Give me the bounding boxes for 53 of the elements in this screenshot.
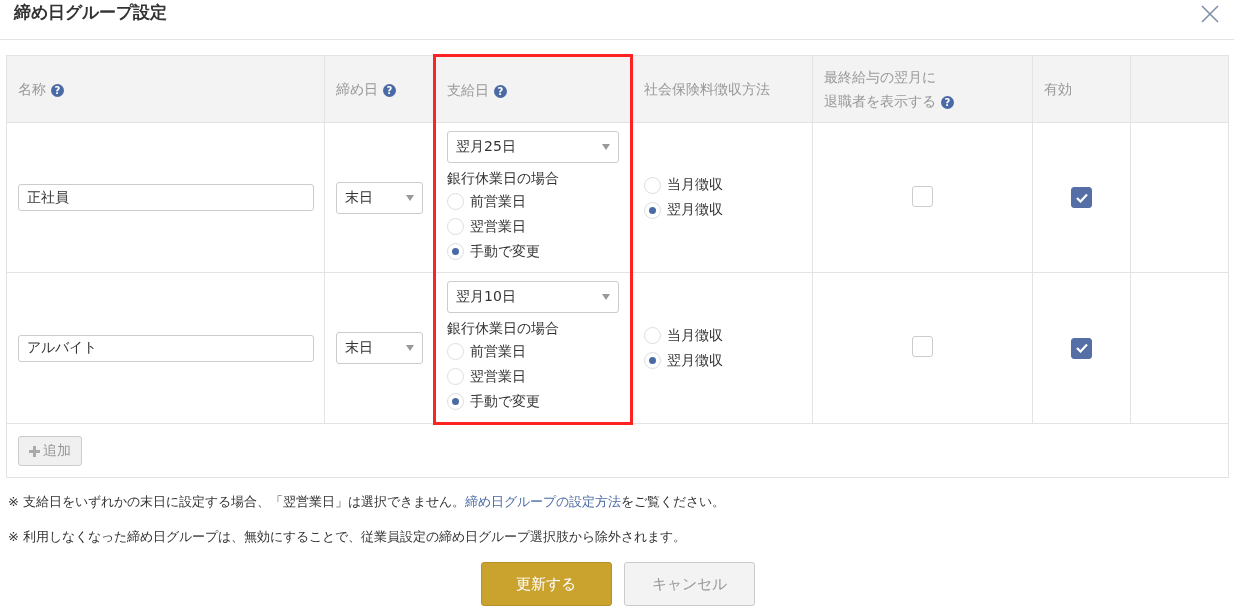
checkbox[interactable] <box>1071 337 1092 359</box>
pay-day-select[interactable]: 翌月10日 <box>447 281 619 313</box>
help-link[interactable]: 締め日グループの設定方法 <box>465 494 622 509</box>
radio-button[interactable] <box>447 368 464 385</box>
radio-label: 翌月徴収 <box>667 351 723 370</box>
column-header: 有効 <box>1044 81 1072 97</box>
holiday-label: 銀行休業日の場合 <box>447 170 560 188</box>
close-icon[interactable] <box>1200 3 1220 24</box>
radio-label: 前営業日 <box>470 342 526 361</box>
radio-label: 翌営業日 <box>470 217 526 236</box>
plus-icon <box>29 445 40 457</box>
help-icon[interactable]: ? <box>941 96 954 109</box>
caret-icon <box>406 345 414 351</box>
radio-button[interactable] <box>644 201 661 219</box>
help-icon[interactable]: ? <box>383 84 396 97</box>
check-icon <box>1075 343 1088 353</box>
radio-label: 翌営業日 <box>470 367 526 386</box>
radio-label: 当月徴収 <box>667 326 723 345</box>
dialog-title: 締め日グループ設定 <box>14 1 167 24</box>
caret-icon <box>602 294 610 300</box>
radio-button[interactable] <box>447 343 464 360</box>
column-header: 締め日 <box>336 81 378 97</box>
pay-day-select[interactable]: 翌月25日 <box>447 131 619 163</box>
checkbox[interactable] <box>1071 187 1092 208</box>
closing-day-select[interactable]: 末日 <box>336 181 423 214</box>
column-header: 最終給与の翌月に <box>824 69 936 85</box>
closing-day-select[interactable]: 末日 <box>336 332 423 364</box>
note-text: ※ 利用しなくなった締め日グループは、無効にすることで、従業員設定の締め日グループ選択肢から除外されます。 <box>8 528 688 546</box>
column-header: 支給日 <box>447 81 489 98</box>
radio-button[interactable] <box>644 327 661 344</box>
radio-label: 手動で変更 <box>470 242 540 261</box>
help-icon[interactable]: ? <box>51 84 64 97</box>
check-icon <box>1075 192 1088 203</box>
help-icon[interactable]: ? <box>494 84 507 98</box>
radio-label: 当月徴収 <box>667 176 723 194</box>
column-header: 社会保険料徴収方法 <box>644 81 770 97</box>
radio-button[interactable] <box>644 176 661 194</box>
column-header: 名称 <box>18 81 46 97</box>
radio-button[interactable] <box>447 218 464 235</box>
radio-button[interactable] <box>644 352 661 369</box>
radio-label: 前営業日 <box>470 192 526 211</box>
holiday-label: 銀行休業日の場合 <box>447 320 560 338</box>
caret-icon <box>406 194 414 201</box>
radio-button[interactable] <box>447 243 464 260</box>
column-header: 退職者を表示する <box>824 93 936 109</box>
radio-button[interactable] <box>447 193 464 210</box>
radio-label: 翌月徴収 <box>667 201 723 219</box>
name-input[interactable]: 正社員 <box>18 184 314 211</box>
radio-button[interactable] <box>447 393 464 410</box>
caret-icon <box>602 144 610 150</box>
note-text: ※ 支給日をいずれかの末日に設定する場合、「翌営業日」は選択できません。締め日グループの設定方法をご覧ください。 <box>8 493 727 511</box>
radio-label: 手動で変更 <box>470 392 540 411</box>
name-input[interactable]: アルバイト <box>18 334 314 362</box>
